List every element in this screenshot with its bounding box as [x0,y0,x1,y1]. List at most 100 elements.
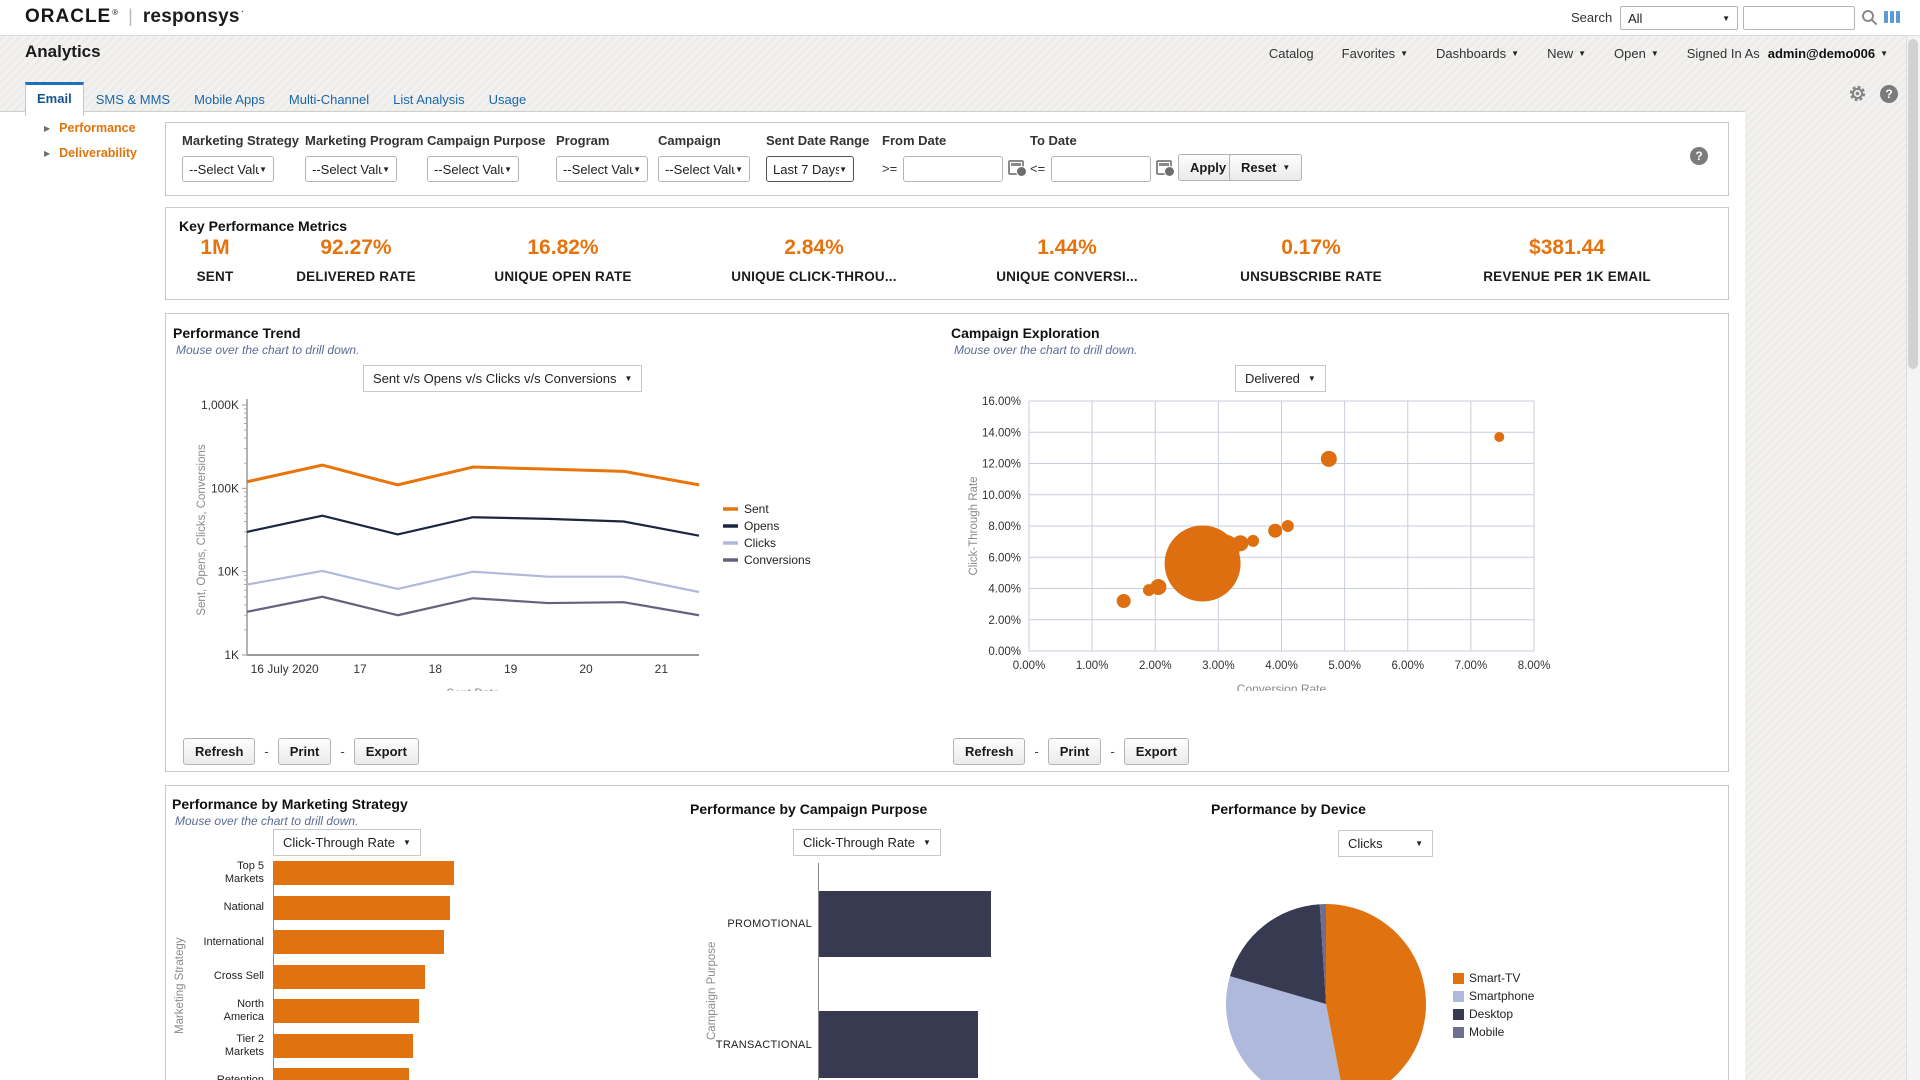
tab-sms-mms[interactable]: SMS & MMS [84,84,182,116]
trend-toolbar: Refresh - Print - Export [183,738,419,765]
chevron-down-icon: ▼ [1400,49,1409,58]
menu-new[interactable]: New ▼ [1547,46,1586,61]
svg-text:14.00%: 14.00% [982,427,1021,439]
export-button[interactable]: Export [1123,738,1189,765]
gear-icon[interactable] [1848,84,1867,108]
kpi-unique-conversion: 1.44% UNIQUE CONVERSI... [996,236,1138,284]
bar-category-label: North America [223,998,264,1023]
program-select[interactable]: --Select Valu ▼ [556,156,648,182]
registered-mark: ® [112,8,119,17]
chevron-down-icon: ▼ [624,374,633,383]
bar[interactable] [274,861,454,885]
legend-label: Smart-TV [1469,971,1521,985]
bar-category-label: National [223,901,264,914]
search-scope-value: All [1628,10,1643,26]
sidebar-item-label: Deliverability [59,146,137,160]
bar[interactable] [274,895,451,920]
bar[interactable] [819,1011,978,1078]
svg-text:18: 18 [429,662,443,676]
strategy-metric-dropdown[interactable]: Click-Through Rate ▼ [273,829,421,856]
calendar-icon[interactable] [1156,160,1175,177]
bar-category-label: Top 5 Markets [224,860,264,885]
chevron-down-icon: ▼ [1650,49,1659,58]
exploration-toolbar: Refresh - Print - Export [953,738,1189,765]
page-title: Analytics [25,42,101,61]
device-metric-dropdown[interactable]: Clicks ▼ [1338,830,1433,857]
campaign-select[interactable]: --Select Valu ▼ [658,156,750,182]
button-separator: - [1110,744,1115,759]
purpose-metric-dropdown[interactable]: Click-Through Rate ▼ [793,829,941,856]
bar[interactable] [274,964,425,989]
bottom-panel: Performance by Marketing Strategy Mouse … [165,785,1729,1080]
marketing-strategy-chart[interactable]: Top 5 Markets National International Cross … [176,857,486,1080]
tab-multi-channel[interactable]: Multi-Channel [277,84,381,116]
brand-divider: | [128,6,133,26]
bar[interactable] [819,891,991,957]
marketing-strategy-select[interactable]: --Select Valu ▼ [182,156,274,182]
print-button[interactable]: Print [277,738,332,765]
tab-list-analysis[interactable]: List Analysis [381,84,477,116]
from-date-input[interactable] [903,156,1003,182]
calendar-icon[interactable] [1008,160,1027,177]
refresh-button[interactable]: Refresh [953,738,1026,765]
menu-favorites[interactable]: Favorites ▼ [1342,46,1408,61]
export-button[interactable]: Export [353,738,419,765]
campaign-purpose-chart[interactable]: PROMOTIONAL TRANSACTIONAL [716,861,1206,1080]
bi-composer-icon[interactable] [1884,11,1900,23]
svg-text:Conversions: Conversions [744,553,811,567]
tab-usage[interactable]: Usage [477,84,539,116]
svg-text:Sent Date: Sent Date [446,686,500,691]
exploration-metric-dropdown[interactable]: Delivered ▼ [1235,365,1326,392]
bar[interactable] [274,1068,409,1080]
menu-open[interactable]: Open ▼ [1614,46,1659,61]
svg-text:19: 19 [504,662,518,676]
campaign-exploration-chart[interactable]: 0.00% 1.00% 2.00% 3.00% 4.00% 5.00% 6.00% 7.00%… [963,391,1603,691]
to-date-input[interactable] [1051,156,1151,182]
sent-date-range-select[interactable]: Last 7 Days ▼ [766,156,854,182]
help-icon[interactable]: ? [1690,147,1708,165]
chevron-down-icon: ▼ [1880,49,1888,58]
bar[interactable] [274,930,445,954]
sidebar-item-deliverability[interactable]: ▶ Deliverability [44,146,137,160]
scrollbar-thumb[interactable] [1908,39,1918,369]
help-icon[interactable]: ? [1880,85,1898,103]
svg-text:10.00%: 10.00% [982,490,1021,502]
menu-catalog[interactable]: Catalog [1269,46,1314,61]
scrollbar-track[interactable] [1906,36,1920,1080]
trend-metric-dropdown[interactable]: Sent v/s Opens v/s Clicks v/s Conversion… [363,365,643,392]
kpi-unique-open-rate: 16.82% UNIQUE OPEN RATE [494,236,632,284]
refresh-button[interactable]: Refresh [183,738,256,765]
bar[interactable] [274,1033,413,1058]
svg-text:6.00%: 6.00% [988,552,1021,564]
print-button[interactable]: Print [1047,738,1102,765]
device-chart-title: Performance by Device [1211,801,1366,817]
tab-mobile-apps[interactable]: Mobile Apps [182,84,277,116]
svg-text:0.00%: 0.00% [1013,660,1046,672]
svg-text:2.00%: 2.00% [988,615,1021,627]
svg-text:4.00%: 4.00% [1265,660,1298,672]
bar[interactable] [274,999,419,1023]
tab-email[interactable]: Email [25,82,84,116]
sidebar-item-performance[interactable]: ▶ Performance [44,121,136,135]
strategy-chart-title: Performance by Marketing Strategy [172,796,408,812]
search-scope-select[interactable]: All ▼ [1620,6,1738,30]
legend-item: Mobile [1453,1025,1534,1039]
button-separator: - [340,744,345,759]
reset-button[interactable]: Reset ▼ [1229,154,1303,181]
legend-item: Smartphone [1453,989,1534,1003]
legend-label: Mobile [1469,1025,1505,1039]
user-menu[interactable]: admin@demo006 ▼ [1768,46,1888,61]
legend-label: Smartphone [1469,989,1535,1003]
search-icon[interactable] [1861,9,1878,31]
campaign-purpose-select[interactable]: --Select Valu ▼ [427,156,519,182]
device-pie-chart[interactable] [1216,894,1436,1080]
performance-trend-chart[interactable]: 1K 10K 100K 1,000K 16 July 2020 17 18 19 20 21 Sen… [191,391,831,691]
exploration-chart-title: Campaign Exploration [951,325,1100,341]
trend-chart-title: Performance Trend [173,325,301,341]
caret-right-icon: ▶ [44,148,51,158]
chevron-down-icon: ▼ [1415,839,1423,848]
marketing-program-select[interactable]: --Select Valu ▼ [305,156,397,182]
search-input[interactable] [1743,6,1855,30]
button-separator: - [1034,744,1039,759]
menu-dashboards[interactable]: Dashboards ▼ [1436,46,1519,61]
